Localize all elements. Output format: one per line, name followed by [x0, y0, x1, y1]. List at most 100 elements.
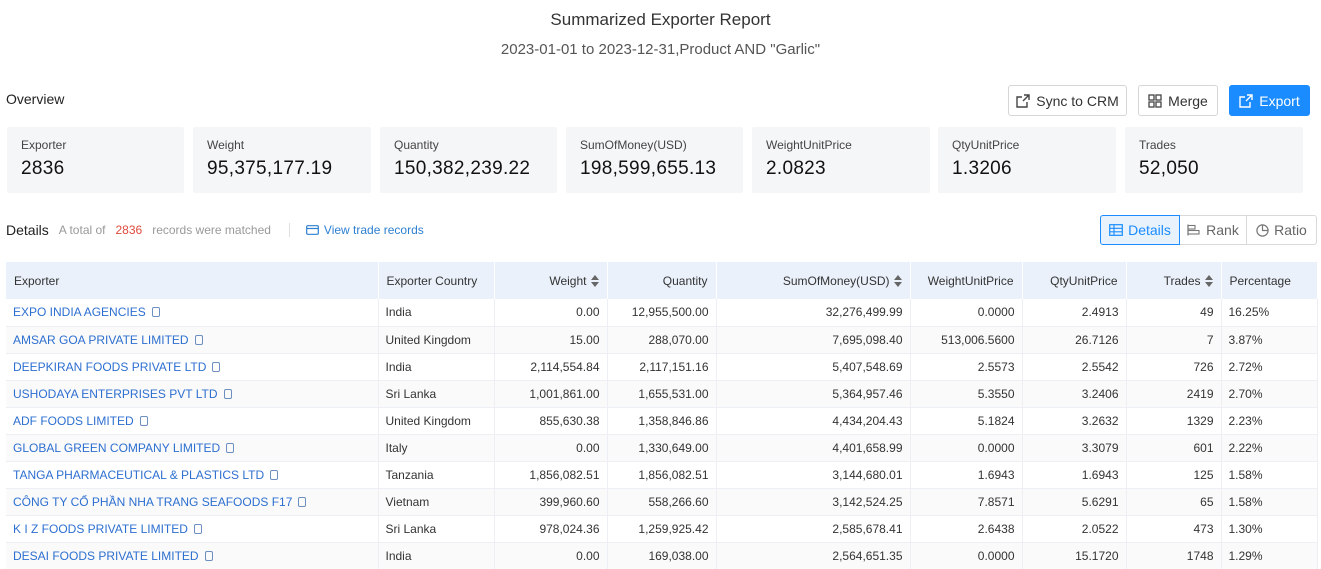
cell-weight-unit-price: 5.1824 [910, 407, 1023, 435]
cell-percentage: 2.23% [1221, 407, 1318, 435]
stat-trades: Trades 52,050 [1125, 127, 1303, 193]
cell-exporter-country: India [378, 299, 495, 327]
col-sum-of-money[interactable]: SumOfMoney(USD) [716, 262, 911, 299]
cell-exporter-name: USHODAYA ENTERPRISES PVT LTD [6, 380, 379, 408]
copy-icon[interactable] [226, 442, 235, 453]
export-label: Export [1259, 92, 1300, 109]
sort-icon[interactable] [893, 275, 902, 288]
cell-trades: 65 [1126, 488, 1222, 516]
cell-percentage: 2.70% [1221, 380, 1318, 408]
cell-quantity: 2,117,151.16 [607, 353, 717, 381]
sort-icon[interactable] [590, 275, 599, 288]
cell-weight-unit-price: 5.3550 [910, 380, 1023, 408]
cell-percentage: 2.22% [1221, 434, 1318, 462]
table-body: EXPO INDIA AGENCIES India 0.00 12,955,500.0… [6, 299, 1318, 569]
cell-trades: 125 [1126, 461, 1222, 489]
view-rank-button[interactable]: Rank [1179, 215, 1247, 245]
pie-chart-icon [1256, 223, 1269, 237]
copy-icon[interactable] [139, 415, 148, 426]
stat-exporter: Exporter 2836 [7, 127, 184, 193]
exporter-link[interactable]: TANGA PHARMACEUTICAL & PLASTICS LTD [13, 468, 264, 482]
exporter-link[interactable]: DEEPKIRAN FOODS PRIVATE LTD [13, 360, 206, 374]
stat-value: 52,050 [1139, 158, 1199, 179]
cell-weight-unit-price: 2.5573 [910, 353, 1023, 381]
cell-sum-of-money: 5,364,957.46 [716, 380, 911, 408]
col-quantity: Quantity [607, 262, 717, 299]
cell-sum-of-money: 5,407,548.69 [716, 353, 911, 381]
table-row: CÔNG TY CỔ PHẦN NHA TRANG SEAFOODS F17 Vi… [6, 488, 1318, 516]
copy-icon[interactable] [298, 496, 307, 507]
cell-sum-of-money: 2,564,651.35 [716, 542, 911, 569]
table-row: EXPO INDIA AGENCIES India 0.00 12,955,500.0… [6, 299, 1318, 327]
exporter-link[interactable]: CÔNG TY CỔ PHẦN NHA TRANG SEAFOODS F17 [13, 495, 292, 509]
cell-weight: 0.00 [494, 299, 608, 327]
copy-icon[interactable] [270, 469, 279, 480]
col-sum-of-money-label: SumOfMoney(USD) [782, 273, 890, 288]
col-trades-label: Trades [1163, 273, 1201, 288]
stat-value: 1.3206 [952, 158, 1012, 179]
cell-exporter-name: EXPO INDIA AGENCIES [6, 299, 379, 327]
stat-value: 198,599,655.13 [580, 158, 717, 179]
records-note-prefix: A total of [58, 223, 106, 237]
exporter-link[interactable]: USHODAYA ENTERPRISES PVT LTD [13, 387, 218, 401]
cell-exporter-name: K I Z FOODS PRIVATE LIMITED [6, 515, 379, 543]
cell-exporter-country: Sri Lanka [378, 380, 495, 408]
exporter-link[interactable]: GLOBAL GREEN COMPANY LIMITED [13, 441, 220, 455]
exporter-link[interactable]: AMSAR GOA PRIVATE LIMITED [13, 333, 189, 347]
cell-quantity: 12,955,500.00 [607, 299, 717, 327]
records-note-suffix: records were matched [152, 223, 271, 237]
exporter-link[interactable]: ADF FOODS LIMITED [13, 414, 134, 428]
cell-qty-unit-price: 1.6943 [1022, 461, 1127, 489]
exporter-link[interactable]: DESAI FOODS PRIVATE LIMITED [13, 549, 199, 563]
table-row: AMSAR GOA PRIVATE LIMITED United Kingdom 1… [6, 326, 1318, 354]
cell-percentage: 16.25% [1221, 299, 1318, 327]
export-button[interactable]: Export [1229, 85, 1310, 116]
export-icon [1239, 93, 1253, 108]
cell-percentage: 1.58% [1221, 461, 1318, 489]
cell-sum-of-money: 3,144,680.01 [716, 461, 911, 489]
stat-qty-unit-price: QtyUnitPrice 1.3206 [938, 127, 1116, 193]
view-trade-records-link[interactable]: View trade records [306, 223, 424, 237]
cell-sum-of-money: 3,142,524.25 [716, 488, 911, 516]
cell-weight-unit-price: 513,006.5600 [910, 326, 1023, 354]
copy-icon[interactable] [193, 523, 202, 534]
cell-weight-unit-price: 2.6438 [910, 515, 1023, 543]
table-row: ADF FOODS LIMITED United Kingdom 855,630.3… [6, 407, 1318, 435]
col-weight[interactable]: Weight [494, 262, 608, 299]
cell-qty-unit-price: 3.3079 [1022, 434, 1127, 462]
sort-icon[interactable] [1204, 275, 1213, 288]
cell-exporter-name: TANGA PHARMACEUTICAL & PLASTICS LTD [6, 461, 379, 489]
table-row: USHODAYA ENTERPRISES PVT LTD Sri Lanka 1,0… [6, 380, 1318, 408]
table-icon [1109, 224, 1123, 236]
cell-qty-unit-price: 2.4913 [1022, 299, 1127, 327]
exporter-link[interactable]: K I Z FOODS PRIVATE LIMITED [13, 522, 188, 536]
stat-value: 2836 [21, 158, 65, 179]
view-details-button[interactable]: Details [1100, 215, 1180, 245]
stat-value: 2.0823 [766, 158, 826, 179]
table-row: K I Z FOODS PRIVATE LIMITED Sri Lanka 978,… [6, 515, 1318, 543]
records-note: A total of 2836 records were matched [59, 223, 271, 237]
view-ratio-label: Ratio [1274, 222, 1307, 238]
stat-weight-unit-price: WeightUnitPrice 2.0823 [752, 127, 930, 193]
col-qty-unit-price: QtyUnitPrice [1022, 262, 1127, 299]
copy-icon[interactable] [212, 361, 221, 372]
cell-qty-unit-price: 2.0522 [1022, 515, 1127, 543]
cell-sum-of-money: 4,434,204.43 [716, 407, 911, 435]
cell-quantity: 1,655,531.00 [607, 380, 717, 408]
merge-button[interactable]: Merge [1138, 85, 1218, 116]
copy-icon[interactable] [204, 550, 213, 561]
cell-weight: 399,960.60 [494, 488, 608, 516]
cell-qty-unit-price: 26.7126 [1022, 326, 1127, 354]
cell-sum-of-money: 7,695,098.40 [716, 326, 911, 354]
copy-icon[interactable] [223, 388, 232, 399]
copy-icon[interactable] [151, 307, 160, 318]
exporter-link[interactable]: EXPO INDIA AGENCIES [13, 305, 146, 319]
col-trades[interactable]: Trades [1126, 262, 1222, 299]
cell-weight-unit-price: 7.8571 [910, 488, 1023, 516]
cell-quantity: 169,038.00 [607, 542, 717, 569]
copy-icon[interactable] [194, 334, 203, 345]
sync-to-crm-button[interactable]: Sync to CRM [1008, 85, 1127, 116]
table-header-row: Exporter Exporter Country Weight Quantit… [6, 262, 1318, 299]
view-ratio-button[interactable]: Ratio [1246, 215, 1317, 245]
cell-percentage: 3.87% [1221, 326, 1318, 354]
